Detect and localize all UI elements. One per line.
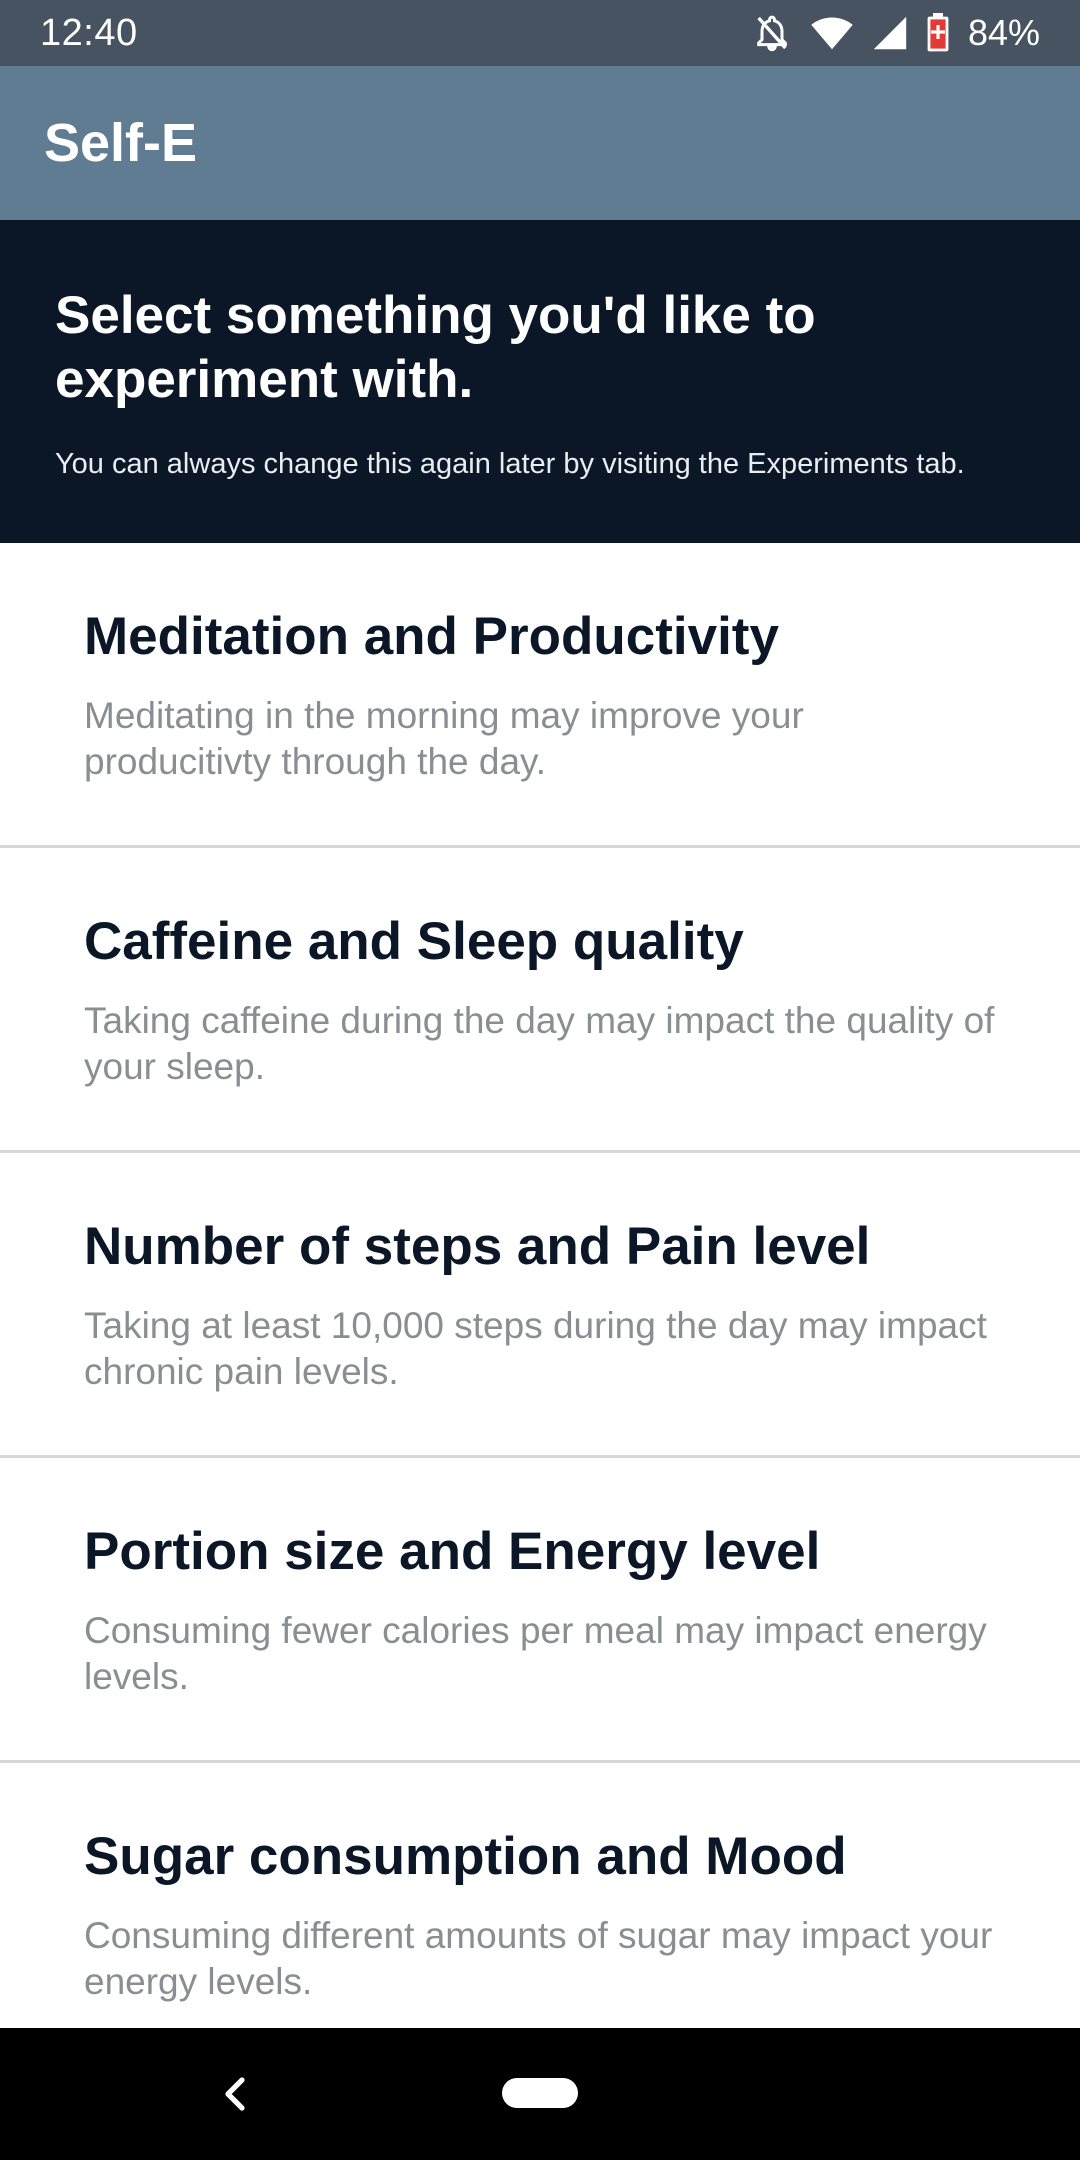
- intro-title: Select something you'd like to experimen…: [55, 286, 816, 409]
- experiment-title: Meditation and Productivity: [84, 607, 779, 666]
- experiment-item-portion-energy[interactable]: Portion size and Energy level Consuming …: [0, 1458, 1080, 1763]
- experiment-description: Taking at least 10,000 steps during the …: [84, 1305, 987, 1392]
- status-icons: 84%: [752, 12, 1040, 54]
- status-bar: 12:40 84%: [0, 0, 1080, 66]
- experiment-item-meditation-productivity[interactable]: Meditation and Productivity Meditating i…: [0, 543, 1080, 848]
- home-icon[interactable]: [502, 2078, 578, 2108]
- experiment-title: Number of steps and Pain level: [84, 1217, 871, 1276]
- signal-icon: [872, 15, 908, 51]
- experiment-description: Meditating in the morning may improve yo…: [84, 695, 804, 782]
- app-title: Self-E: [44, 113, 198, 173]
- status-time: 12:40: [40, 11, 138, 54]
- screen: 12:40 84% Self-E Select something you'd …: [0, 0, 1080, 2160]
- experiment-title: Portion size and Energy level: [84, 1522, 821, 1581]
- experiment-description: Consuming different amounts of sugar may…: [84, 1915, 993, 2002]
- battery-percent: 84%: [967, 12, 1040, 53]
- experiment-item-steps-pain[interactable]: Number of steps and Pain level Taking at…: [0, 1153, 1080, 1458]
- experiment-item-sugar-mood[interactable]: Sugar consumption and Mood Consuming dif…: [0, 1763, 1080, 2068]
- experiment-title: Sugar consumption and Mood: [84, 1827, 847, 1886]
- wifi-icon: [810, 15, 854, 51]
- battery-icon: [926, 13, 950, 53]
- navigation-bar: [0, 2028, 1080, 2160]
- intro-header: Select something you'd like to experimen…: [0, 220, 1080, 543]
- experiment-description: Consuming fewer calories per meal may im…: [84, 1610, 987, 1697]
- experiment-item-caffeine-sleep[interactable]: Caffeine and Sleep quality Taking caffei…: [0, 848, 1080, 1153]
- intro-subtitle: You can always change this again later b…: [55, 448, 965, 480]
- experiment-title: Caffeine and Sleep quality: [84, 912, 744, 971]
- experiment-description: Taking caffeine during the day may impac…: [84, 1000, 995, 1087]
- notifications-off-icon: [752, 13, 792, 53]
- app-bar: Self-E: [0, 66, 1080, 220]
- experiment-list: Meditation and Productivity Meditating i…: [0, 543, 1080, 2068]
- back-icon[interactable]: [220, 2074, 250, 2119]
